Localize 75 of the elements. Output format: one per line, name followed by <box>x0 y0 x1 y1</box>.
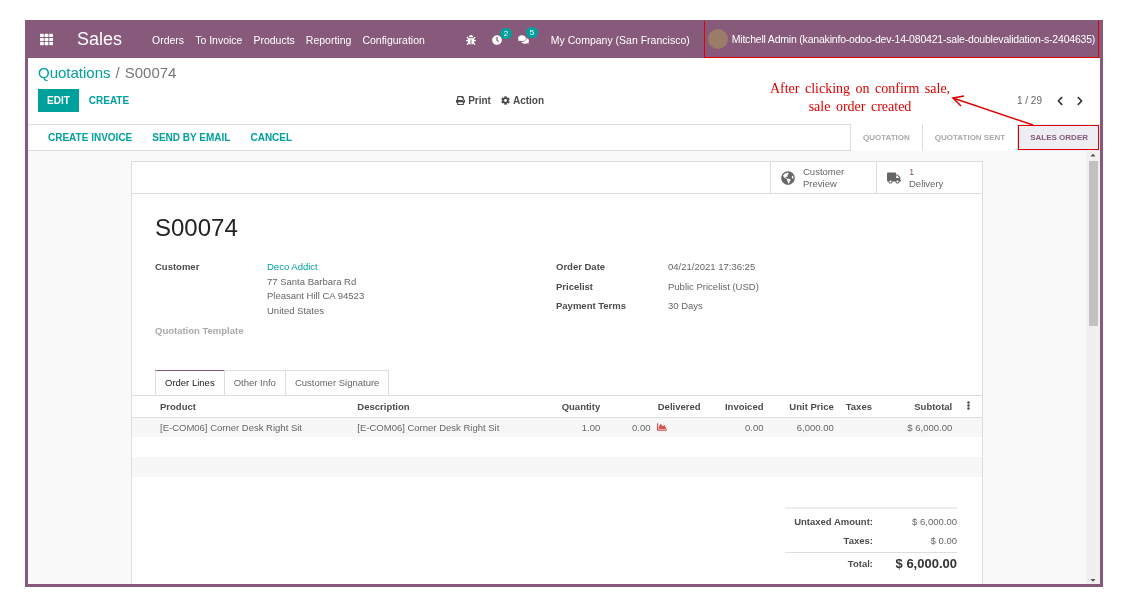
tab[interactable]: Order Lines <box>155 369 225 395</box>
column-header[interactable]: Quantity <box>543 395 607 417</box>
scroll-up-icon[interactable] <box>1089 151 1097 159</box>
tab[interactable]: Other Info <box>223 369 286 395</box>
menu-item[interactable]: To Invoice <box>195 33 243 46</box>
record-title: S00074 <box>155 214 239 242</box>
apps-menu-icon[interactable] <box>40 33 53 46</box>
chat-icon[interactable] <box>517 34 529 45</box>
activity-count: 2 <box>499 27 513 39</box>
breadcrumb-separator: / <box>115 64 120 81</box>
printer-icon <box>456 96 466 105</box>
scrollbar[interactable] <box>1086 151 1100 584</box>
field-label: Payment Terms <box>556 299 628 313</box>
table-cell: $ 6,000.00 <box>887 417 959 437</box>
field-label: Customer <box>155 260 201 274</box>
chevron-right-icon <box>1075 95 1085 106</box>
globe-icon <box>781 170 795 185</box>
field-value: 04/21/2021 17:36:25 <box>668 260 757 274</box>
truck-icon <box>887 170 901 185</box>
user-menu[interactable]: Mitchell Admin (kanakinfo-odoo-dev-14-080421-sale-doublevalidation-s-2404635) <box>703 21 1100 58</box>
status-stage[interactable]: SALES ORDER <box>1017 123 1100 151</box>
column-header[interactable]: Taxes <box>839 395 888 417</box>
field-label: Order Date <box>556 260 607 274</box>
app-name: Sales <box>77 29 123 50</box>
column-header[interactable]: Product <box>132 395 352 417</box>
column-header[interactable]: Description <box>351 395 544 417</box>
total-value: $ 0.00 <box>929 533 957 548</box>
edit-button[interactable]: EDIT <box>38 89 79 112</box>
total-label: Taxes: <box>842 533 873 548</box>
field-label: Quotation Template <box>155 324 245 338</box>
company-switcher[interactable]: My Company (San Francisco) <box>550 33 690 46</box>
header-button[interactable]: CANCEL <box>240 132 303 143</box>
total-label: Untaxed Amount: <box>793 515 873 529</box>
message-count: 5 <box>525 27 539 38</box>
clock-icon[interactable] <box>491 34 502 45</box>
field-value: 30 Days <box>668 299 704 313</box>
gear-icon <box>500 96 510 105</box>
column-header[interactable]: Delivered <box>606 395 707 417</box>
action-button[interactable]: Action <box>495 95 550 106</box>
scroll-thumb[interactable] <box>1088 161 1098 326</box>
scroll-down-icon[interactable] <box>1089 576 1097 584</box>
breadcrumb-link[interactable]: Quotations <box>38 64 111 81</box>
total-value: $ 6,000.00 <box>911 515 957 529</box>
breadcrumb-current: S00074 <box>124 64 177 81</box>
total-value: $ 6,000.00 <box>894 555 957 573</box>
field-value: United States <box>267 303 326 318</box>
field-value: 77 Santa Barbara Rd <box>267 274 358 289</box>
create-button[interactable]: CREATE <box>78 95 140 106</box>
header-button[interactable]: SEND BY EMAIL <box>142 132 241 143</box>
column-header[interactable]: Unit Price <box>769 395 840 417</box>
menu-item[interactable]: Reporting <box>305 33 352 46</box>
menu-item[interactable]: Configuration <box>362 33 425 46</box>
column-header[interactable]: Invoiced <box>706 395 770 417</box>
header-button[interactable]: CREATE INVOICE <box>38 132 143 143</box>
pager-value: 1 / 29 <box>1016 95 1042 106</box>
print-button[interactable]: Print <box>451 95 496 106</box>
bug-icon[interactable] <box>465 34 476 45</box>
total-label: Total: <box>846 557 873 571</box>
chart-icon[interactable] <box>656 422 667 433</box>
chevron-left-icon <box>1055 95 1065 106</box>
menu-item[interactable]: Products <box>253 33 295 46</box>
customer-link[interactable]: Deco Addict <box>267 260 556 275</box>
table-cell: 0.00 <box>606 417 707 437</box>
tab[interactable]: Customer Signature <box>284 369 390 395</box>
menu-item[interactable]: Orders <box>152 33 185 46</box>
annotation-text: After clicking on confirm sale, sale order created <box>768 80 952 116</box>
avatar-placeholder <box>707 29 728 49</box>
table-cell: [E-COM06] Corner Desk Right Sit <box>132 417 352 437</box>
table-cell: [E-COM06] Corner Desk Right Sit <box>351 417 544 437</box>
table-cell: 1.00 <box>543 417 607 437</box>
field-value: Public Pricelist (USD) <box>668 279 760 294</box>
user-name: Mitchell Admin (kanakinfo-odoo-dev-14-080421-sale-doublevalidation-s-2404635) <box>731 33 1096 45</box>
field-label: Pricelist <box>556 279 594 294</box>
field-value: Pleasant Hill CA 94523 <box>267 289 366 303</box>
column-header[interactable]: Subtotal <box>887 395 959 417</box>
